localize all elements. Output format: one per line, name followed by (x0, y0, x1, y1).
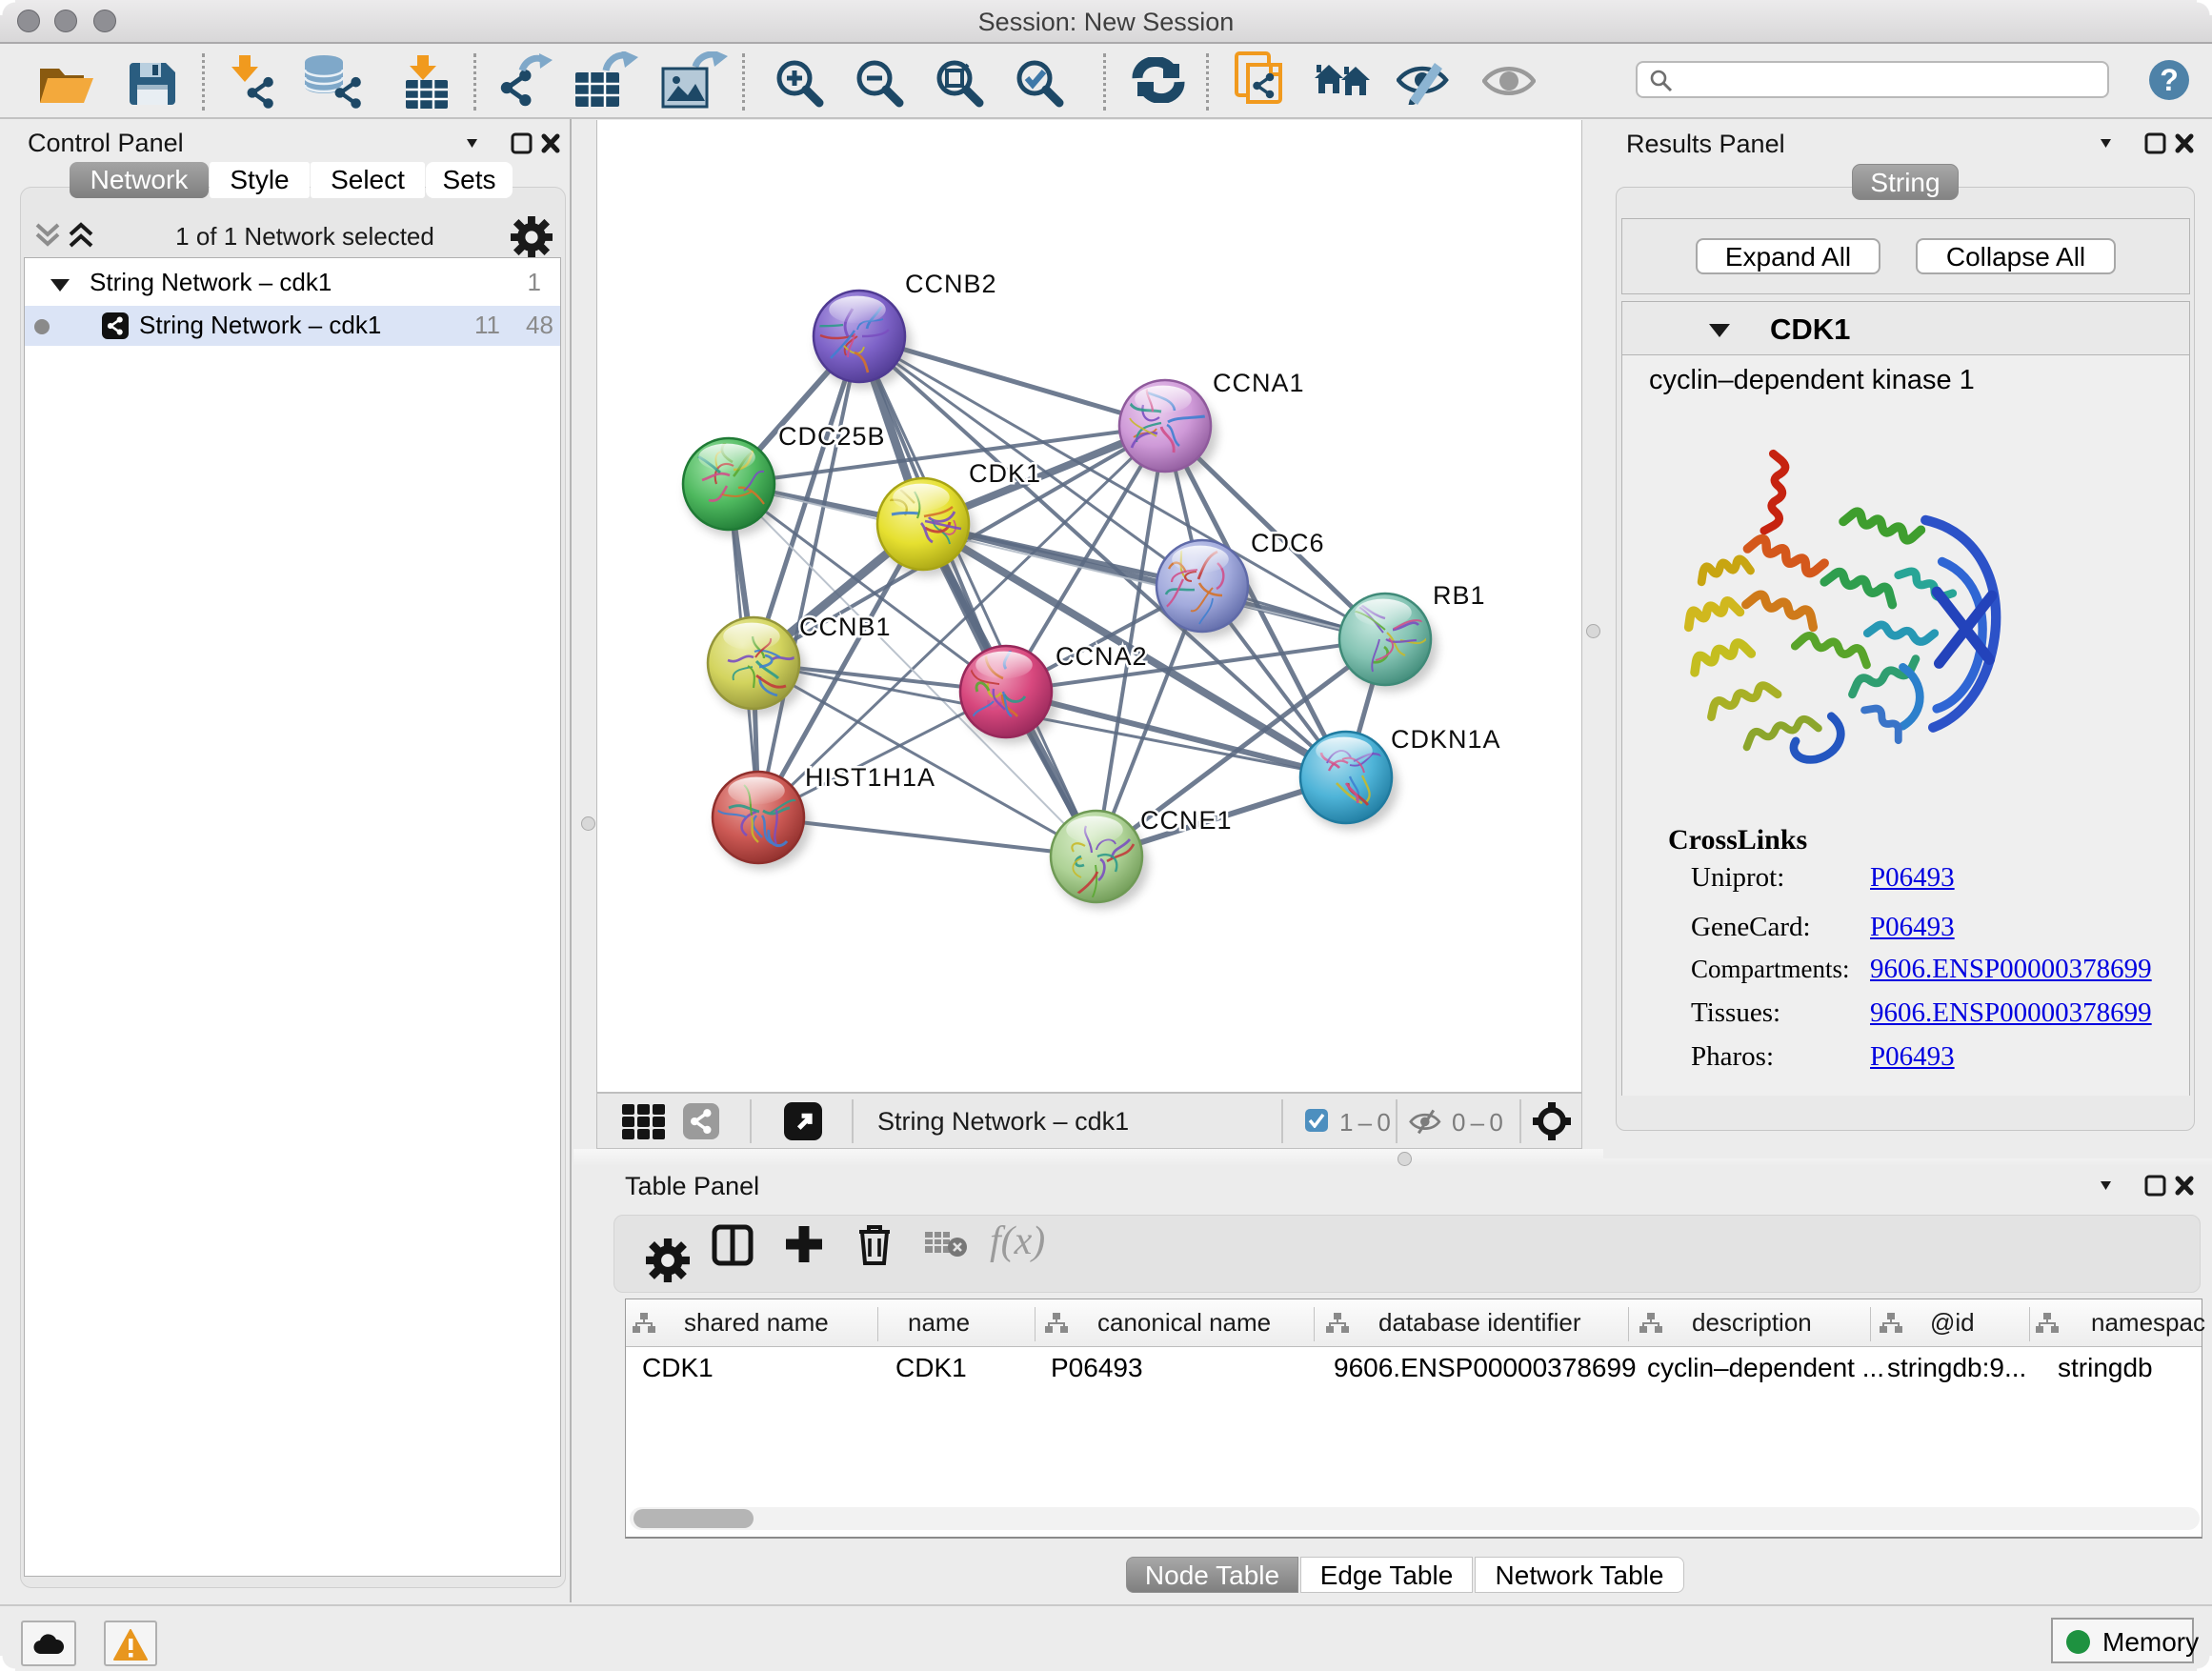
svg-text:CCNA1: CCNA1 (1213, 369, 1305, 397)
svg-text:CCNB2: CCNB2 (905, 270, 997, 298)
svg-text:RB1: RB1 (1433, 581, 1486, 610)
svg-text:CCNB1: CCNB1 (799, 613, 892, 641)
svg-text:CDK1: CDK1 (969, 459, 1041, 488)
svg-text:CDKN1A: CDKN1A (1391, 725, 1501, 754)
svg-text:CCNA2: CCNA2 (1056, 642, 1148, 671)
svg-text:HIST1H1A: HIST1H1A (805, 763, 935, 792)
svg-text:CCNE1: CCNE1 (1140, 806, 1233, 835)
svg-text:CDC6: CDC6 (1251, 529, 1325, 557)
svg-text:CDC25B: CDC25B (778, 422, 886, 451)
